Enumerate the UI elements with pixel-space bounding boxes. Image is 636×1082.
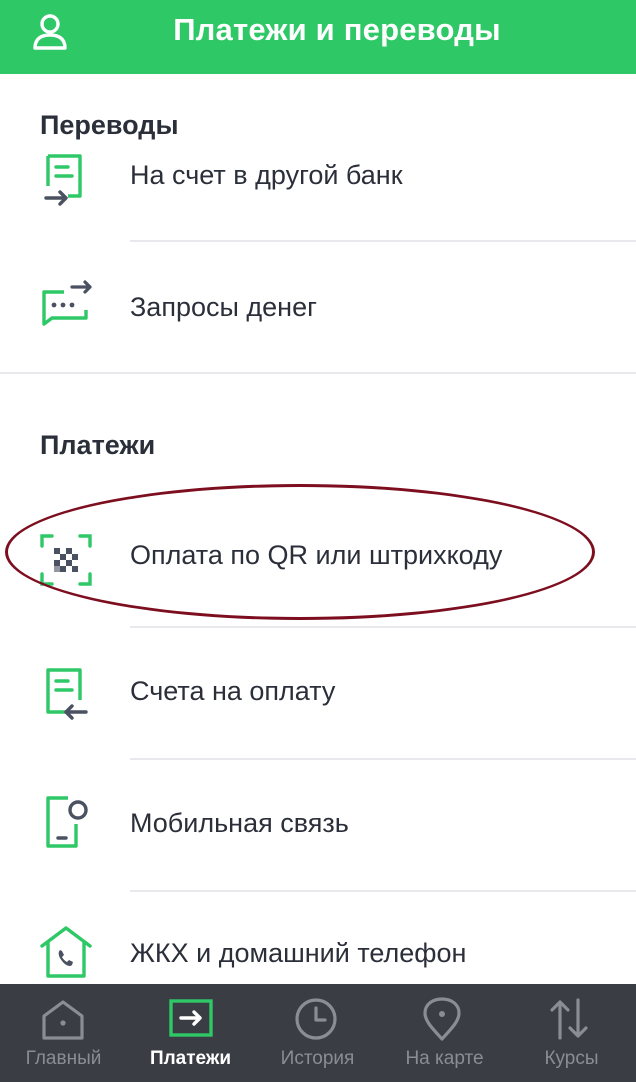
tab-history[interactable]: История [254, 984, 381, 1082]
app-header: Платежи и переводы [0, 0, 636, 74]
tab-map[interactable]: На карте [381, 984, 508, 1082]
list-item-money-requests[interactable]: Запросы денег [0, 274, 636, 370]
qr-scan-icon [40, 534, 92, 586]
tab-label: Курсы [544, 1048, 599, 1069]
payments-list: Переводы На счет в другой банк Запросы д… [0, 74, 636, 984]
exchange-arrows-icon [550, 998, 588, 1040]
list-item-label: Мобильная связь [130, 808, 349, 838]
section-title-payments: Платежи [40, 430, 156, 460]
divider [130, 890, 636, 892]
section-title-transfers: Переводы [40, 110, 179, 140]
divider [130, 758, 636, 760]
list-item-other-bank[interactable]: На счет в другой банк [0, 146, 636, 242]
list-item-mobile[interactable]: Мобильная связь [0, 794, 636, 866]
list-item-label: Счета на оплату [130, 676, 336, 706]
list-item-label: На счет в другой банк [130, 160, 403, 190]
page-title: Платежи и переводы [173, 12, 501, 47]
tab-rates[interactable]: Курсы [508, 984, 635, 1082]
list-item-invoices[interactable]: Счета на оплату [0, 662, 636, 734]
bottom-tab-bar: Главный Платежи История На карте Курсы [0, 984, 636, 1082]
home-icon [42, 1000, 84, 1040]
section-divider [0, 372, 636, 374]
clock-icon [295, 998, 337, 1040]
payments-arrow-icon [169, 999, 213, 1037]
list-item-label: ЖКХ и домашний телефон [130, 938, 467, 968]
tab-label: На карте [405, 1048, 484, 1069]
list-item-housing[interactable]: ЖКХ и домашний телефон [0, 924, 636, 984]
tab-label: Главный [25, 1048, 102, 1069]
tab-label: История [280, 1048, 355, 1069]
house-phone-icon [40, 926, 92, 978]
list-item-label: Оплата по QR или штрихкоду [130, 540, 503, 570]
document-transfer-icon [44, 154, 82, 206]
divider [130, 626, 636, 628]
list-item-qr-payment[interactable]: Оплата по QR или штрихкоду [0, 526, 636, 598]
divider [130, 240, 636, 242]
message-request-icon [42, 280, 92, 326]
tab-label: Платежи [149, 1048, 232, 1069]
tab-payments[interactable]: Платежи [127, 984, 254, 1082]
list-item-label: Запросы денег [130, 292, 317, 322]
tab-home[interactable]: Главный [0, 984, 127, 1082]
mobile-phone-icon [46, 796, 88, 848]
map-pin-icon [423, 997, 461, 1041]
invoice-icon [46, 668, 88, 720]
